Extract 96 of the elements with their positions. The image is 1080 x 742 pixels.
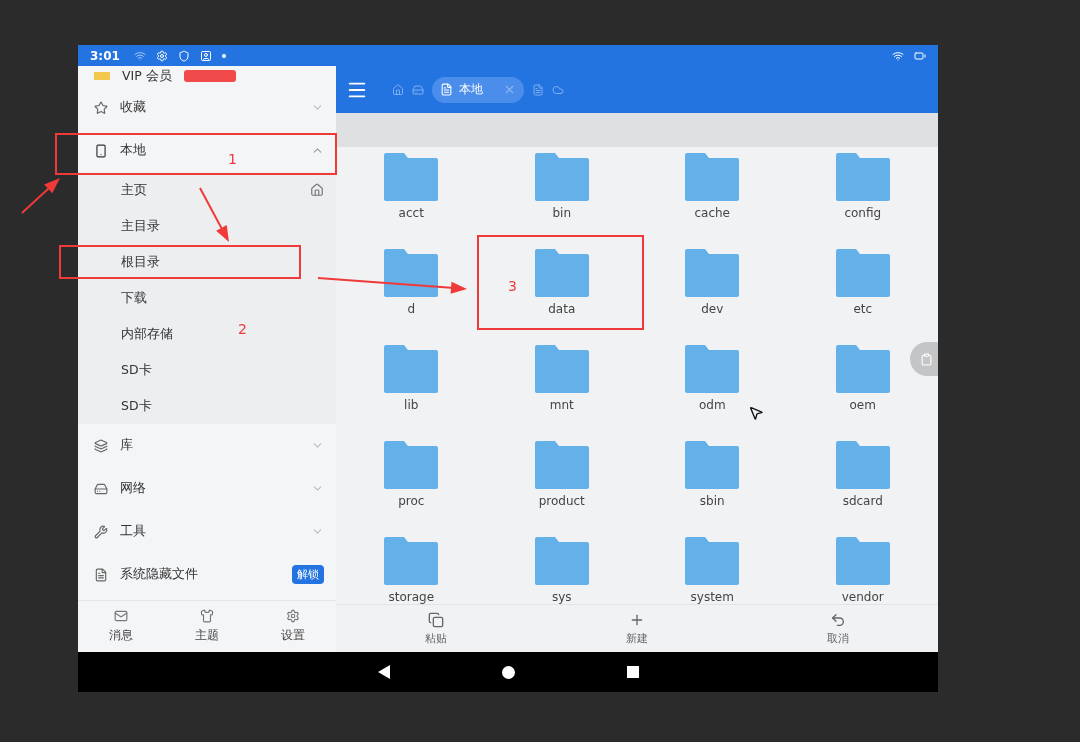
cursor-icon xyxy=(748,405,764,421)
drawer-subitem[interactable]: SD卡 xyxy=(121,361,152,379)
home-icon[interactable] xyxy=(392,83,404,96)
undo-icon xyxy=(829,611,846,628)
folder-icon xyxy=(685,441,740,489)
bottom-tab[interactable]: 主题 xyxy=(164,601,250,652)
folder-icon xyxy=(384,537,439,585)
folder-icon xyxy=(534,249,589,297)
folder-name: acct xyxy=(398,206,424,220)
bottom-tab[interactable]: 消息 xyxy=(78,601,164,652)
settings-icon xyxy=(286,609,300,623)
drawer-subitem[interactable]: 主目录 xyxy=(121,217,160,235)
folder-icon xyxy=(685,249,740,297)
bottom-tab[interactable]: 设置 xyxy=(250,601,336,652)
folder-icon xyxy=(384,249,439,297)
folder-name: data xyxy=(548,302,576,316)
folder-name: dev xyxy=(701,302,724,316)
folder-name: odm xyxy=(698,398,726,412)
folder-name: vendor xyxy=(841,590,884,604)
folder-icon xyxy=(835,537,890,585)
drawer-item[interactable]: 本地 xyxy=(120,142,146,159)
recents-icon[interactable] xyxy=(626,666,639,678)
folder-name: product xyxy=(538,494,585,508)
wifi-icon xyxy=(133,49,146,62)
folder-name: proc xyxy=(398,494,425,508)
folder-name: sys xyxy=(551,590,572,604)
status-time: 3:01 xyxy=(90,48,120,63)
clipboard-button[interactable] xyxy=(910,342,938,376)
folder-icon xyxy=(384,345,439,393)
folder-name: etc xyxy=(853,302,873,316)
drawer-subitem[interactable]: SD卡 xyxy=(121,397,152,415)
drawer-subitem[interactable]: 内部存储 xyxy=(121,325,173,343)
wrench-icon xyxy=(94,524,108,539)
folder-icon xyxy=(685,153,740,201)
gear-icon xyxy=(155,49,168,62)
folder-name: d xyxy=(407,302,416,316)
step-number: 1 xyxy=(228,151,237,167)
folder-name: lib xyxy=(404,398,419,412)
phone-icon xyxy=(94,143,108,158)
home-button-icon[interactable] xyxy=(501,665,515,679)
promo-tag xyxy=(183,70,236,82)
vip-label: VIP 会员 xyxy=(122,67,172,85)
folder-icon xyxy=(534,537,589,585)
drawer-item[interactable]: 网络 xyxy=(120,480,146,497)
close-icon[interactable] xyxy=(503,83,516,96)
layers-icon xyxy=(94,438,108,453)
folder-name: mnt xyxy=(549,398,574,412)
folder-icon xyxy=(685,537,740,585)
drive-icon xyxy=(94,481,108,496)
folder-name: cache xyxy=(694,206,730,220)
dot-icon xyxy=(221,53,226,58)
folder-icon xyxy=(835,345,890,393)
folder-icon xyxy=(534,345,589,393)
folder-name: config xyxy=(844,206,882,220)
drawer-item[interactable]: 收藏 xyxy=(120,99,146,116)
folder-name: sdcard xyxy=(842,494,883,508)
mail-icon xyxy=(114,609,128,623)
drawer-item[interactable]: 库 xyxy=(120,437,133,454)
drive-icon[interactable] xyxy=(412,83,424,96)
step-number: 3 xyxy=(508,278,517,294)
action-button[interactable]: 粘贴 xyxy=(336,605,537,652)
copy-icon xyxy=(428,611,445,628)
folder-name: bin xyxy=(552,206,572,220)
folder-icon xyxy=(384,153,439,201)
arrow xyxy=(21,178,60,214)
action-button[interactable]: 取消 xyxy=(737,605,938,652)
folder-name: storage xyxy=(388,590,435,604)
folder-name: sbin xyxy=(699,494,725,508)
drawer-subitem[interactable]: 根目录 xyxy=(121,253,160,271)
folder-icon xyxy=(835,153,890,201)
drawer-item[interactable]: 系统隐藏文件 xyxy=(120,566,198,583)
back-icon[interactable] xyxy=(377,665,390,679)
cloud-icon[interactable] xyxy=(552,83,564,96)
step-number: 2 xyxy=(238,321,247,337)
shirt-icon xyxy=(200,609,214,623)
drawer-subitem[interactable]: 下载 xyxy=(121,289,147,307)
action-button[interactable]: 新建 xyxy=(536,605,738,652)
arrow xyxy=(199,187,229,242)
wifi-icon xyxy=(892,49,904,62)
home-icon xyxy=(310,183,324,197)
unlock-tag: 解锁 xyxy=(292,565,324,584)
drawer-subitem[interactable]: 主页 xyxy=(121,181,147,199)
folder-icon xyxy=(534,153,589,201)
clipboard-icon xyxy=(919,352,933,366)
battery-icon xyxy=(914,49,926,62)
folder-icon xyxy=(534,441,589,489)
folder-icon xyxy=(685,345,740,393)
folder-icon xyxy=(384,441,439,489)
drawer-item[interactable]: 工具 xyxy=(120,523,146,540)
folder-icon xyxy=(835,441,890,489)
shield-icon xyxy=(177,49,190,62)
star-icon xyxy=(94,100,108,115)
folder-name: system xyxy=(690,590,734,604)
document-icon xyxy=(94,567,108,582)
folder-name: oem xyxy=(849,398,876,412)
folder-icon xyxy=(835,249,890,297)
